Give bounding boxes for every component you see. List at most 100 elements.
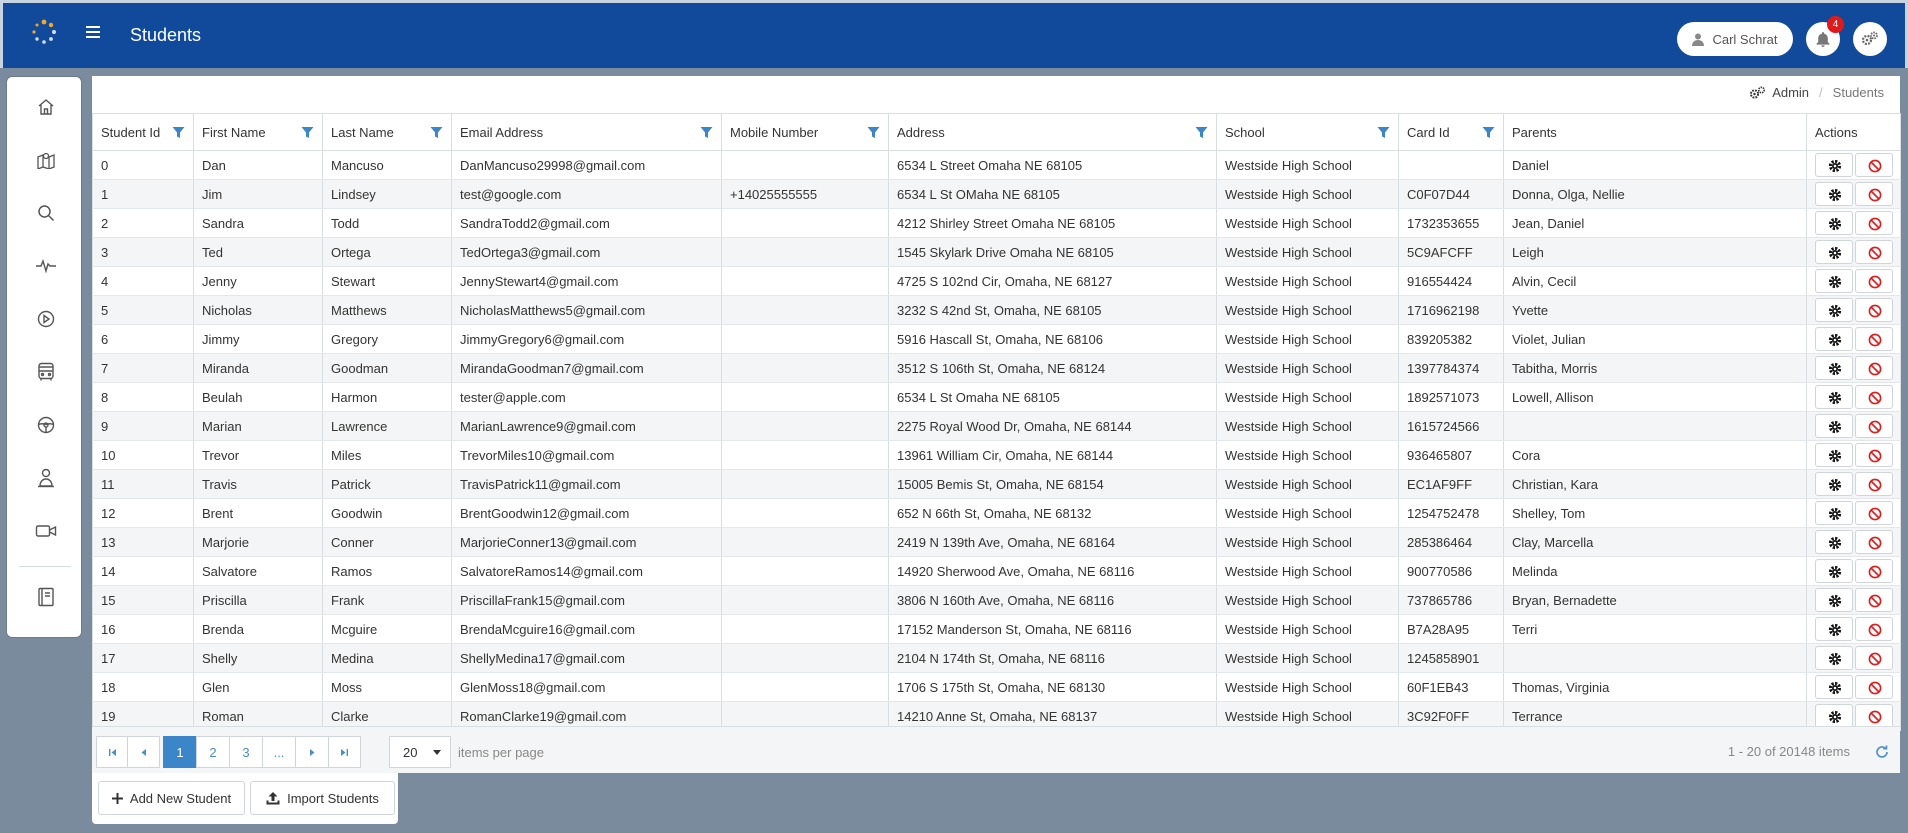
delete-student-button[interactable] — [1854, 588, 1893, 612]
table-row[interactable]: 15 Priscilla Frank PriscillaFrank15@gmail.c… — [92, 585, 1901, 615]
edit-student-button[interactable] — [1814, 588, 1853, 612]
delete-student-button[interactable] — [1854, 414, 1893, 438]
table-row[interactable]: 18 Glen Moss GlenMoss18@gmail.com 1706 S 175… — [92, 672, 1901, 702]
edit-student-button[interactable] — [1814, 298, 1853, 322]
delete-student-button[interactable] — [1854, 269, 1893, 293]
table-row[interactable]: 5 Nicholas Matthews NicholasMatthews5@gmail… — [92, 295, 1901, 325]
delete-student-button[interactable] — [1854, 385, 1893, 409]
sidebar-item-map[interactable] — [35, 149, 57, 171]
column-header[interactable]: Student Id — [92, 113, 194, 151]
edit-student-button[interactable] — [1814, 530, 1853, 554]
import-students-button[interactable]: Import Students — [250, 781, 395, 815]
table-row[interactable]: 17 Shelly Medina ShellyMedina17@gmail.com 21… — [92, 643, 1901, 673]
table-row[interactable]: 7 Miranda Goodman MirandaGoodman7@gmail.com… — [92, 353, 1901, 383]
delete-student-button[interactable] — [1854, 182, 1893, 206]
edit-student-button[interactable] — [1814, 240, 1853, 264]
next-page-button[interactable] — [295, 736, 329, 768]
table-row[interactable]: 14 Salvatore Ramos SalvatoreRamos14@gmail.c… — [92, 556, 1901, 586]
refresh-icon[interactable] — [1874, 744, 1890, 760]
prev-page-button[interactable] — [127, 736, 160, 768]
filter-icon[interactable] — [1377, 126, 1390, 139]
breadcrumb-admin[interactable]: Admin — [1772, 85, 1809, 100]
app-logo-icon[interactable] — [31, 19, 57, 45]
add-student-button[interactable]: Add New Student — [98, 781, 245, 815]
delete-student-button[interactable] — [1854, 472, 1893, 496]
table-row[interactable]: 16 Brenda Mcguire BrendaMcguire16@gmail.com… — [92, 614, 1901, 644]
delete-student-button[interactable] — [1854, 153, 1893, 177]
table-row[interactable]: 1 Jim Lindsey test@google.com +14025555555 65… — [92, 179, 1901, 209]
column-header[interactable]: Actions — [1806, 113, 1901, 151]
sidebar-item-search[interactable] — [35, 202, 57, 224]
edit-student-button[interactable] — [1814, 182, 1853, 206]
edit-student-button[interactable] — [1814, 472, 1853, 496]
table-row[interactable]: 0 Dan Mancuso DanMancuso29998@gmail.com 6534… — [92, 150, 1901, 180]
column-header[interactable]: First Name — [193, 113, 323, 151]
page-button-more[interactable]: ... — [262, 736, 296, 768]
delete-student-button[interactable] — [1854, 327, 1893, 351]
filter-icon[interactable] — [430, 126, 443, 139]
edit-student-button[interactable] — [1814, 675, 1853, 699]
settings-button[interactable] — [1853, 22, 1887, 56]
delete-student-button[interactable] — [1854, 443, 1893, 467]
edit-student-button[interactable] — [1814, 269, 1853, 293]
edit-student-button[interactable] — [1814, 646, 1853, 670]
edit-student-button[interactable] — [1814, 211, 1853, 235]
filter-icon[interactable] — [172, 126, 185, 139]
sidebar-item-cameras[interactable] — [35, 520, 57, 542]
filter-icon[interactable] — [301, 126, 314, 139]
edit-student-button[interactable] — [1814, 356, 1853, 380]
filter-icon[interactable] — [1482, 126, 1495, 139]
notifications-button[interactable]: 4 — [1806, 16, 1844, 56]
table-row[interactable]: 13 Marjorie Conner MarjorieConner13@gmail.c… — [92, 527, 1901, 557]
delete-student-button[interactable] — [1854, 240, 1893, 264]
column-header[interactable]: Card Id — [1398, 113, 1504, 151]
delete-student-button[interactable] — [1854, 559, 1893, 583]
sidebar-item-buses[interactable] — [35, 361, 57, 383]
table-row[interactable]: 10 Trevor Miles TrevorMiles10@gmail.com 1396… — [92, 440, 1901, 470]
table-row[interactable]: 12 Brent Goodwin BrentGoodwin12@gmail.com 65… — [92, 498, 1901, 528]
column-header[interactable]: Address — [888, 113, 1217, 151]
menu-toggle-icon[interactable] — [86, 26, 100, 38]
table-row[interactable]: 2 Sandra Todd SandraTodd2@gmail.com 4212 Shi… — [92, 208, 1901, 238]
items-per-page-select[interactable]: 20 — [389, 736, 451, 768]
filter-icon[interactable] — [867, 126, 880, 139]
sidebar-item-home[interactable] — [35, 96, 57, 118]
table-row[interactable]: 3 Ted Ortega TedOrtega3@gmail.com 1545 Skyla… — [92, 237, 1901, 267]
delete-student-button[interactable] — [1854, 646, 1893, 670]
edit-student-button[interactable] — [1814, 443, 1853, 467]
column-header[interactable]: Parents — [1503, 113, 1807, 151]
table-row[interactable]: 11 Travis Patrick TravisPatrick11@gmail.com… — [92, 469, 1901, 499]
edit-student-button[interactable] — [1814, 385, 1853, 409]
edit-student-button[interactable] — [1814, 153, 1853, 177]
delete-student-button[interactable] — [1854, 704, 1893, 728]
last-page-button[interactable] — [328, 736, 361, 768]
delete-student-button[interactable] — [1854, 298, 1893, 322]
user-menu-button[interactable]: Carl Schrat — [1677, 22, 1793, 56]
edit-student-button[interactable] — [1814, 559, 1853, 583]
page-button-1[interactable]: 1 — [163, 736, 197, 768]
table-row[interactable]: 8 Beulah Harmon tester@apple.com 6534 L St O… — [92, 382, 1901, 412]
edit-student-button[interactable] — [1814, 327, 1853, 351]
sidebar-item-playback[interactable] — [35, 308, 57, 330]
delete-student-button[interactable] — [1854, 356, 1893, 380]
sidebar-item-activity[interactable] — [35, 255, 57, 277]
filter-icon[interactable] — [1195, 126, 1208, 139]
filter-icon[interactable] — [700, 126, 713, 139]
edit-student-button[interactable] — [1814, 414, 1853, 438]
table-row[interactable]: 9 Marian Lawrence MarianLawrence9@gmail.com… — [92, 411, 1901, 441]
delete-student-button[interactable] — [1854, 675, 1893, 699]
first-page-button[interactable] — [96, 736, 128, 768]
sidebar-item-drivers[interactable] — [35, 414, 57, 436]
delete-student-button[interactable] — [1854, 617, 1893, 641]
delete-student-button[interactable] — [1854, 211, 1893, 235]
edit-student-button[interactable] — [1814, 501, 1853, 525]
sidebar-item-reports[interactable] — [35, 586, 57, 608]
table-row[interactable]: 4 Jenny Stewart JennyStewart4@gmail.com 4725… — [92, 266, 1901, 296]
sidebar-item-staff[interactable] — [35, 467, 57, 489]
page-button-3[interactable]: 3 — [229, 736, 263, 768]
delete-student-button[interactable] — [1854, 530, 1893, 554]
column-header[interactable]: Last Name — [322, 113, 452, 151]
edit-student-button[interactable] — [1814, 617, 1853, 641]
column-header[interactable]: Email Address — [451, 113, 722, 151]
edit-student-button[interactable] — [1814, 704, 1853, 728]
